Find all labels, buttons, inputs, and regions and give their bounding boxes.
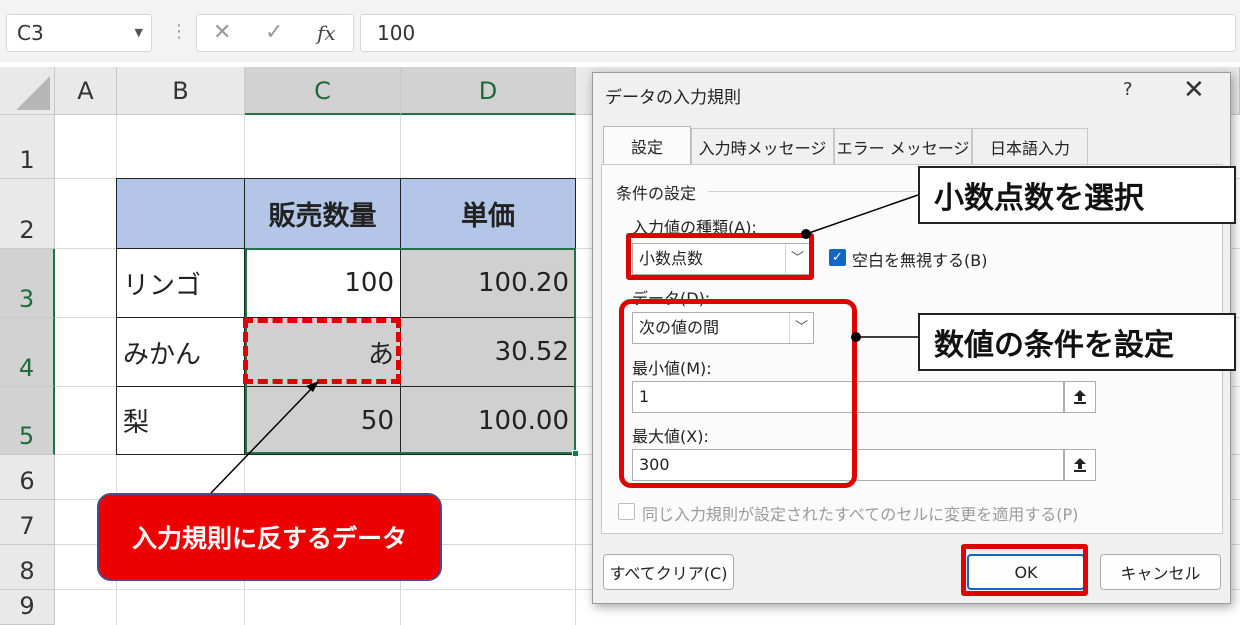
ok-button-highlight	[961, 544, 1088, 596]
invalid-data-callout-text: 入力規則に反するデータ	[131, 524, 407, 553]
row-header-7[interactable]: 7	[0, 500, 55, 545]
select-all-button[interactable]	[0, 67, 55, 115]
more-options-icon[interactable]: ⋮	[170, 20, 188, 44]
column-header-d[interactable]: D	[401, 67, 576, 115]
clear-all-button[interactable]: すべてクリア(C)	[603, 554, 734, 590]
table-cell-name[interactable]: 梨	[116, 387, 245, 455]
name-box-value: C3	[17, 21, 44, 45]
table-cell-price[interactable]: 30.52	[401, 318, 576, 387]
row-header-8[interactable]: 8	[0, 545, 55, 590]
row-header-6[interactable]: 6	[0, 455, 55, 500]
column-header-c[interactable]: C	[245, 67, 401, 115]
dialog-title: データの入力規則	[605, 88, 741, 108]
formula-buttons: ✕ ✓ fx	[196, 14, 354, 52]
table-cell-price[interactable]: 100.20	[401, 249, 576, 318]
row-header-2[interactable]: 2	[0, 179, 55, 249]
select-decimal-note: 小数点数を選択	[918, 166, 1236, 224]
chevron-down-icon[interactable]: ▼	[135, 15, 143, 51]
row-header-1[interactable]: 1	[0, 115, 55, 179]
collapse-dialog-icon[interactable]	[1064, 381, 1096, 413]
tab-input-message[interactable]: 入力時メッセージ	[691, 128, 834, 164]
tab-error-message[interactable]: エラー メッセージ	[834, 128, 972, 164]
table-cell-price[interactable]: 100.00	[401, 387, 576, 455]
row-header-4[interactable]: 4	[0, 318, 55, 387]
select-decimal-note-text: 小数点数を選択	[934, 181, 1144, 216]
row-header-5[interactable]: 5	[0, 387, 55, 455]
cancel-icon[interactable]: ✕	[213, 15, 231, 51]
help-icon[interactable]: ?	[1123, 79, 1133, 100]
close-icon[interactable]: ✕	[1183, 75, 1205, 105]
header-cell-b2[interactable]	[116, 178, 245, 249]
allow-select-highlight	[626, 233, 814, 280]
table-cell-qty[interactable]: 50	[245, 387, 401, 455]
table-cell-name[interactable]: リンゴ	[116, 249, 245, 318]
set-condition-note: 数値の条件を設定	[918, 313, 1236, 371]
column-header-b[interactable]: B	[117, 67, 245, 115]
name-box[interactable]: C3 ▼	[6, 14, 152, 52]
collapse-dialog-icon[interactable]	[1064, 449, 1096, 481]
ignore-blank-label[interactable]: 空白を無視する(B)	[852, 247, 987, 271]
row-header-9[interactable]: 9	[0, 590, 55, 625]
invalid-cell-highlight	[243, 318, 401, 384]
invalid-data-callout: 入力規則に反するデータ	[97, 493, 442, 581]
condition-highlight	[619, 299, 857, 488]
table-cell-qty[interactable]: 100	[245, 249, 401, 318]
cancel-button[interactable]: キャンセル	[1100, 554, 1221, 590]
header-cell-qty[interactable]: 販売数量	[245, 178, 401, 249]
header-cell-price[interactable]: 単価	[401, 178, 576, 249]
formula-bar: C3 ▼ ⋮ ✕ ✓ fx 100	[0, 0, 1240, 62]
apply-all-label: 同じ入力規則が設定されたすべてのセルに変更を適用する(P)	[642, 505, 1079, 524]
group-label: 条件の設定	[616, 184, 697, 203]
apply-all-checkbox[interactable]	[618, 503, 635, 520]
table-cell-name[interactable]: みかん	[116, 318, 245, 387]
insert-function-icon[interactable]: fx	[317, 15, 336, 51]
formula-input[interactable]: 100	[360, 14, 1236, 52]
tab-settings[interactable]: 設定	[603, 126, 691, 164]
tab-ime[interactable]: 日本語入力	[972, 128, 1088, 164]
set-condition-note-text: 数値の条件を設定	[934, 328, 1174, 363]
fill-handle[interactable]	[572, 450, 579, 457]
ignore-blank-checkbox[interactable]: ✓	[829, 249, 846, 266]
column-header-a[interactable]: A	[55, 67, 117, 115]
row-header-3[interactable]: 3	[0, 249, 55, 318]
enter-icon[interactable]: ✓	[265, 15, 283, 51]
